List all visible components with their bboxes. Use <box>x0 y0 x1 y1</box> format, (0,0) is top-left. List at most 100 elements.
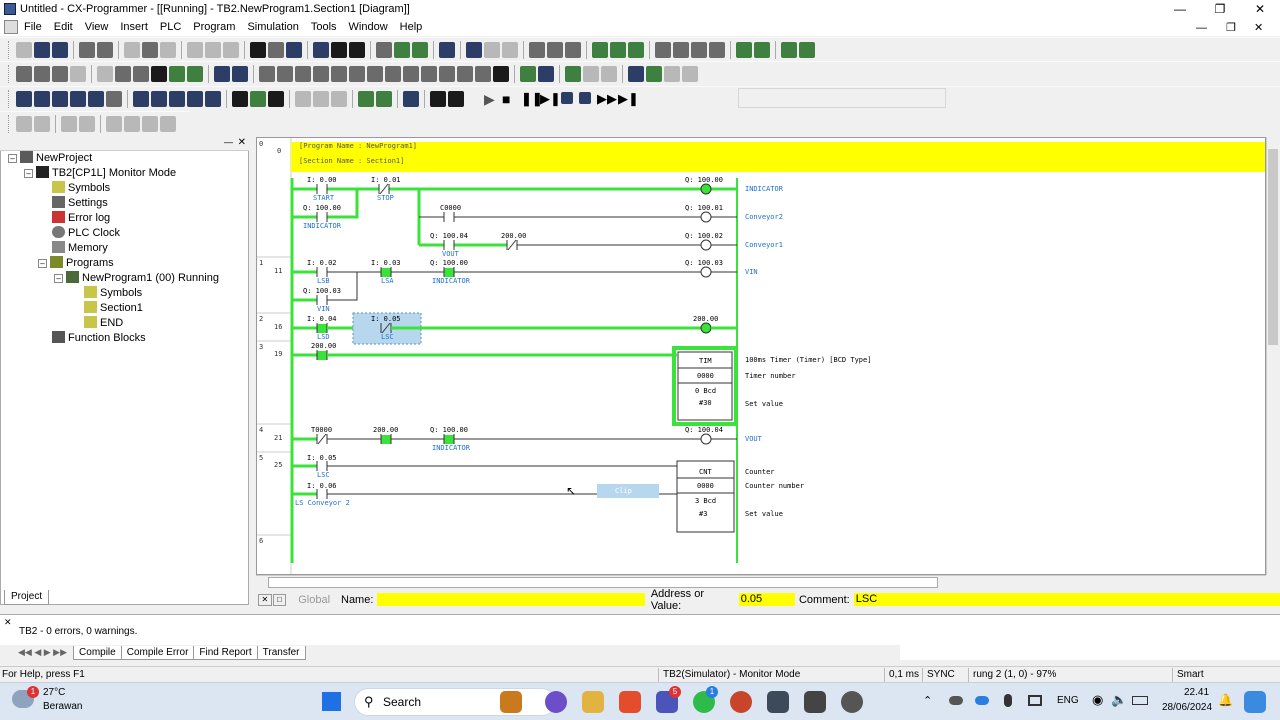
tree-root[interactable]: – NewProject <box>8 151 92 166</box>
coil-address[interactable]: Q: 100.03 <box>685 259 723 267</box>
undo-icon[interactable] <box>205 41 221 58</box>
replace-icon[interactable] <box>268 41 284 58</box>
contact-address[interactable]: 200.00 <box>373 426 398 434</box>
delete-line-icon[interactable] <box>493 65 509 82</box>
battery-icon[interactable] <box>1132 696 1148 705</box>
force-cancel-icon[interactable] <box>628 41 644 58</box>
contact-address[interactable]: C0000 <box>440 204 461 212</box>
copilot-icon[interactable] <box>1244 691 1266 713</box>
contact-address[interactable]: 200.00 <box>501 232 526 240</box>
tree-settings[interactable]: Settings <box>52 196 108 211</box>
tree-symbols[interactable]: Symbols <box>52 181 110 196</box>
download-icon[interactable] <box>547 41 563 58</box>
tab-compile[interactable]: Compile <box>73 645 122 660</box>
menu-insert[interactable]: Insert <box>114 18 154 36</box>
sim-break-icon[interactable] <box>448 90 464 107</box>
grid-icon[interactable] <box>97 65 113 82</box>
tab-transfer[interactable]: Transfer <box>256 645 306 660</box>
menu-view[interactable]: View <box>79 18 115 36</box>
menu-edit[interactable]: Edit <box>48 18 79 36</box>
minimize-button[interactable]: — <box>1160 0 1200 18</box>
tab-compile-error[interactable]: Compile Error <box>120 645 195 660</box>
monitor-mode-icon[interactable] <box>502 41 518 58</box>
contact-address[interactable]: T0000 <box>311 426 332 434</box>
send-changes-icon[interactable] <box>331 90 347 107</box>
cross-reference-icon[interactable] <box>286 41 302 58</box>
print-icon[interactable] <box>79 41 95 58</box>
delete-column-icon[interactable] <box>106 90 122 107</box>
contact-address[interactable]: Q: 100.00 <box>430 259 468 267</box>
clock-date[interactable]: 28/06/2024 <box>1162 702 1212 713</box>
time-chart-icon[interactable] <box>781 41 797 58</box>
line-connect-icon[interactable] <box>475 65 491 82</box>
workspace-pin[interactable]: — <box>224 137 233 147</box>
watch-window-icon[interactable] <box>565 65 581 82</box>
uncomment-block-icon[interactable] <box>79 115 95 132</box>
bar-pin-icon[interactable]: □ <box>272 593 287 606</box>
onedrive-icon[interactable] <box>975 696 989 705</box>
zoom-in-icon[interactable] <box>34 65 50 82</box>
breakpoint-icon[interactable] <box>106 115 122 132</box>
next-bookmark-icon[interactable] <box>151 90 167 107</box>
app-icon[interactable] <box>841 691 863 713</box>
coil-address[interactable]: Q: 100.04 <box>685 426 723 434</box>
contact-address[interactable]: I: 0.06 <box>307 482 337 490</box>
ladder-view-icon[interactable] <box>214 65 230 82</box>
file-explorer-icon[interactable] <box>582 691 604 713</box>
new-fb-call-icon[interactable] <box>457 65 473 82</box>
comment-field[interactable]: LSC <box>853 593 1280 606</box>
tree-section1[interactable]: Section1 <box>84 301 143 316</box>
coil-address[interactable]: 200.00 <box>693 315 718 323</box>
cx-programmer-icon[interactable] <box>767 691 789 713</box>
tree-end[interactable]: END <box>84 316 123 331</box>
close-button[interactable]: ✕ <box>1240 0 1280 18</box>
contact-address[interactable]: Q: 100.03 <box>303 287 341 295</box>
new-or-not-icon[interactable] <box>331 65 347 82</box>
menu-help[interactable]: Help <box>394 18 429 36</box>
tree-function-blocks[interactable]: Function Blocks <box>52 331 146 346</box>
mnemonic-view-icon[interactable] <box>232 65 248 82</box>
continuous-step-icon[interactable]: ▶▶ <box>597 91 617 107</box>
sim-online-icon[interactable] <box>358 90 374 107</box>
paste-icon[interactable] <box>160 41 176 58</box>
insert-rung-icon[interactable] <box>16 90 32 107</box>
compare-icon[interactable] <box>529 41 545 58</box>
monitor-in-hex-icon[interactable] <box>169 65 185 82</box>
rung-annotation-icon[interactable] <box>133 65 149 82</box>
tree-memory[interactable]: Memory <box>52 241 108 256</box>
address-field[interactable]: 0.05 <box>738 593 795 606</box>
horizontal-line-icon[interactable] <box>367 65 383 82</box>
insert-column-icon[interactable] <box>52 90 68 107</box>
online-icon[interactable] <box>376 41 392 58</box>
redo-icon[interactable] <box>223 41 239 58</box>
cut-icon[interactable] <box>124 41 140 58</box>
tab-project[interactable]: Project <box>4 590 50 605</box>
cloud-icon[interactable] <box>949 696 963 705</box>
mdi-close-button[interactable]: ✕ <box>1254 21 1263 34</box>
upload-icon[interactable] <box>565 41 581 58</box>
program-mode-icon[interactable] <box>466 41 482 58</box>
menu-program[interactable]: Program <box>187 18 241 36</box>
briefcase-icon[interactable] <box>500 691 522 713</box>
transfer-icon[interactable] <box>439 41 455 58</box>
cancel-edit-icon[interactable] <box>313 90 329 107</box>
io-table-icon[interactable] <box>682 65 698 82</box>
context-help-icon[interactable] <box>349 41 365 58</box>
address-icon[interactable] <box>205 90 221 107</box>
contact-address-selected[interactable]: I: 0.05 <box>371 315 401 323</box>
new-or-icon[interactable] <box>313 65 329 82</box>
taskbar-search[interactable]: ⚲ Search <box>354 688 556 716</box>
contact-address[interactable]: I: 0.04 <box>307 315 337 323</box>
scroll-thumb[interactable] <box>268 577 938 588</box>
stop-icon[interactable]: ■ <box>502 91 510 107</box>
bell-icon[interactable]: 🔔 <box>1218 693 1233 707</box>
menu-window[interactable]: Window <box>343 18 394 36</box>
info-icon[interactable] <box>313 41 329 58</box>
comments-icon[interactable] <box>115 65 131 82</box>
tree-programs[interactable]: – Programs <box>38 256 114 271</box>
open-icon[interactable] <box>34 41 50 58</box>
force-off-icon[interactable] <box>610 41 626 58</box>
contact-address[interactable]: I: 0.00 <box>307 176 337 184</box>
menu-plc[interactable]: PLC <box>154 18 187 36</box>
tree-error-log[interactable]: Error log <box>52 211 110 226</box>
